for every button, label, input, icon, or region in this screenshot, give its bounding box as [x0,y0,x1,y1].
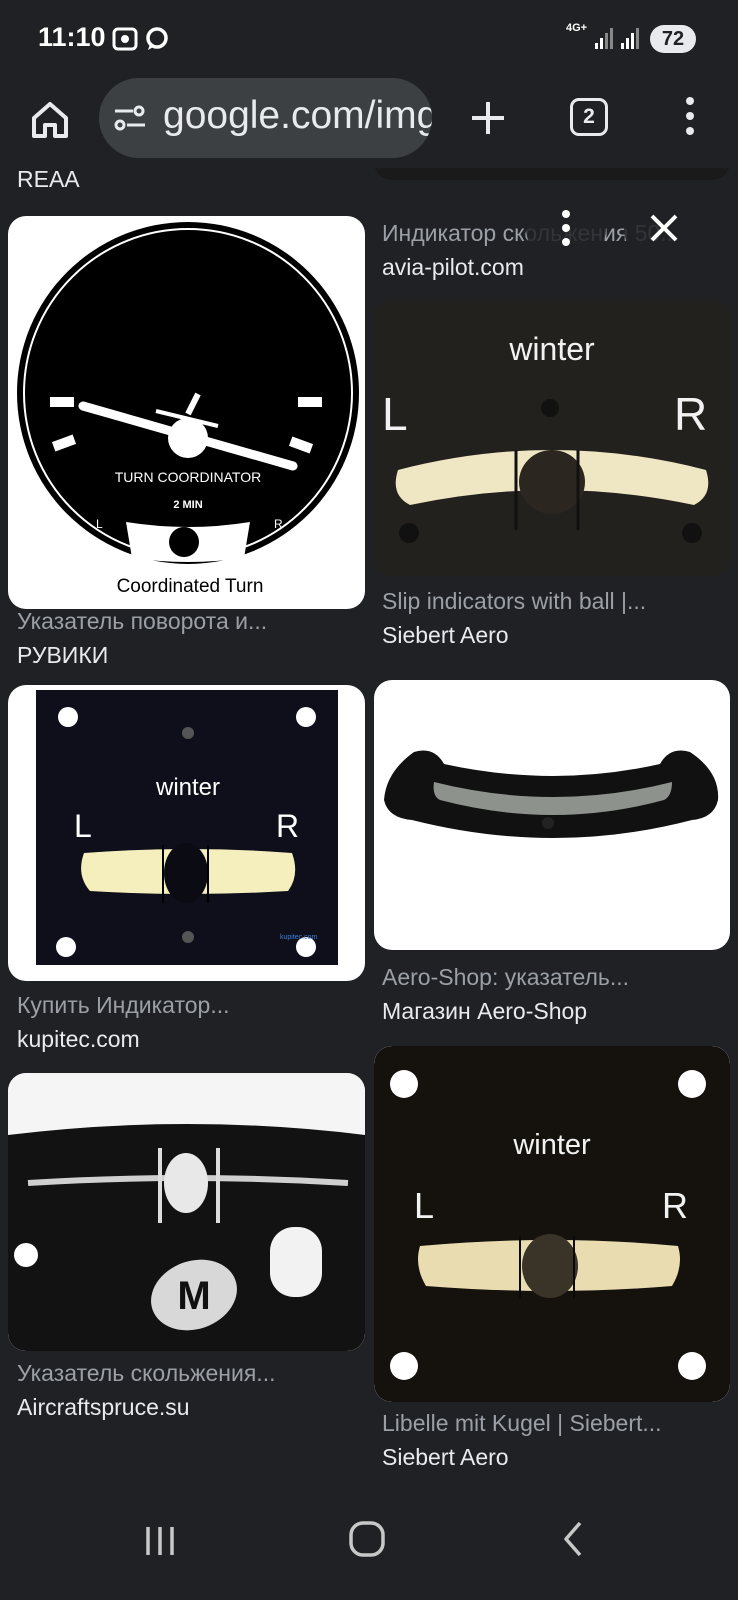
result-image-libelle-mit-kugel[interactable]: winter L R [374,1046,730,1402]
close-icon [650,214,678,242]
result-image-slip-indicator[interactable]: winter L R [374,300,730,576]
image-label: Coordinated Turn [117,576,264,597]
left-label: L [74,808,92,844]
dial-minutes: 2 MIN [173,499,202,511]
close-button[interactable] [624,188,704,268]
result-source[interactable]: РУВИКИ [17,642,108,669]
image-results-grid: REAA Индикатор скольжения 50... avia-pil… [0,168,738,1493]
result-caption[interactable]: Указатель поворота и... [17,608,357,635]
more-options-icon [562,210,570,246]
aircraftspruce-image: M [8,1073,365,1351]
system-navigation-bar [0,1493,738,1600]
image-options-button[interactable] [526,188,606,268]
new-tab-icon[interactable] [466,96,510,140]
scale-tick: 20 [653,825,671,843]
signal-icon [595,28,613,49]
result-source[interactable]: Siebert Aero [382,1444,509,1471]
result-caption[interactable]: Libelle mit Kugel | Siebert... [382,1410,722,1437]
tab-switcher-button[interactable]: 2 [570,98,608,136]
logo-letter: M [177,1274,210,1318]
turn-coordinator-image: TURN COORDINATOR 2 MIN L R Coordinated T… [17,222,359,597]
dial-title: TURN COORDINATOR [115,469,261,485]
result-source[interactable]: avia-pilot.com [382,254,524,281]
curved-inclinometer-image: 20 10 0 10 20 [384,750,719,856]
network-type: 4G+ [566,22,588,34]
home-icon[interactable] [28,98,72,142]
home-nav-icon[interactable] [347,1519,387,1559]
dial-right-label: R [274,517,283,531]
brand-label: winter [508,331,595,367]
result-image-aircraftspruce[interactable]: M [8,1073,365,1351]
result-image-kupitec-indicator[interactable]: winter L R kupitec.com [8,685,365,981]
result-caption[interactable]: Указатель скольжения... [17,1360,357,1387]
recent-apps-icon[interactable] [142,1521,178,1561]
libelle-mit-kugel-image: winter L R [374,1046,730,1402]
result-source[interactable]: Aircraftspruce.su [17,1394,190,1421]
right-label: R [662,1185,688,1226]
status-bar: 11:10 4G+ 72 [0,0,738,78]
left-label: L [414,1185,434,1226]
scale-tick: 10 [597,836,613,853]
address-bar[interactable]: google.com/imgres [99,78,432,158]
left-label: L [382,388,408,440]
result-source[interactable]: REAA [17,168,80,193]
right-label: R [276,808,299,844]
slip-indicator-image: winter L R [374,300,730,576]
browser-toolbar: google.com/imgres 2 [0,78,738,168]
brand-label: winter [512,1129,591,1161]
chat-bubble-icon [146,27,168,50]
url-text: google.com/imgres [163,94,432,137]
kupitec-indicator-image: winter L R kupitec.com [36,690,338,965]
result-caption[interactable]: Slip indicators with ball |... [382,588,722,615]
scale-tick: 20 [425,828,443,846]
result-source[interactable]: kupitec.com [17,1026,140,1053]
battery-indicator: 72 [650,25,696,53]
more-options-icon[interactable] [680,94,700,138]
dial-left-label: L [96,517,103,531]
scale-tick: 10 [478,838,494,855]
right-label: R [674,388,707,440]
watermark: kupitec.com [280,934,318,941]
signal-icon-2 [621,28,639,49]
result-caption[interactable]: Aero-Shop: указатель... [382,964,722,991]
back-icon[interactable] [558,1519,588,1559]
result-source[interactable]: Магазин Aero-Shop [382,998,587,1025]
result-image-curved-inclinometer[interactable]: 20 10 0 10 20 [374,680,730,950]
result-image[interactable] [374,168,730,180]
result-image-turn-coordinator[interactable]: TURN COORDINATOR 2 MIN L R Coordinated T… [8,216,365,609]
result-source[interactable]: Siebert Aero [382,622,509,649]
scale-tick: 0 [542,841,549,856]
result-caption[interactable]: Купить Индикатор... [17,992,357,1019]
site-settings-icon[interactable] [113,104,147,132]
brand-label: winter [155,774,220,801]
screenshot-icon [112,27,138,51]
status-time: 11:10 [38,22,106,52]
